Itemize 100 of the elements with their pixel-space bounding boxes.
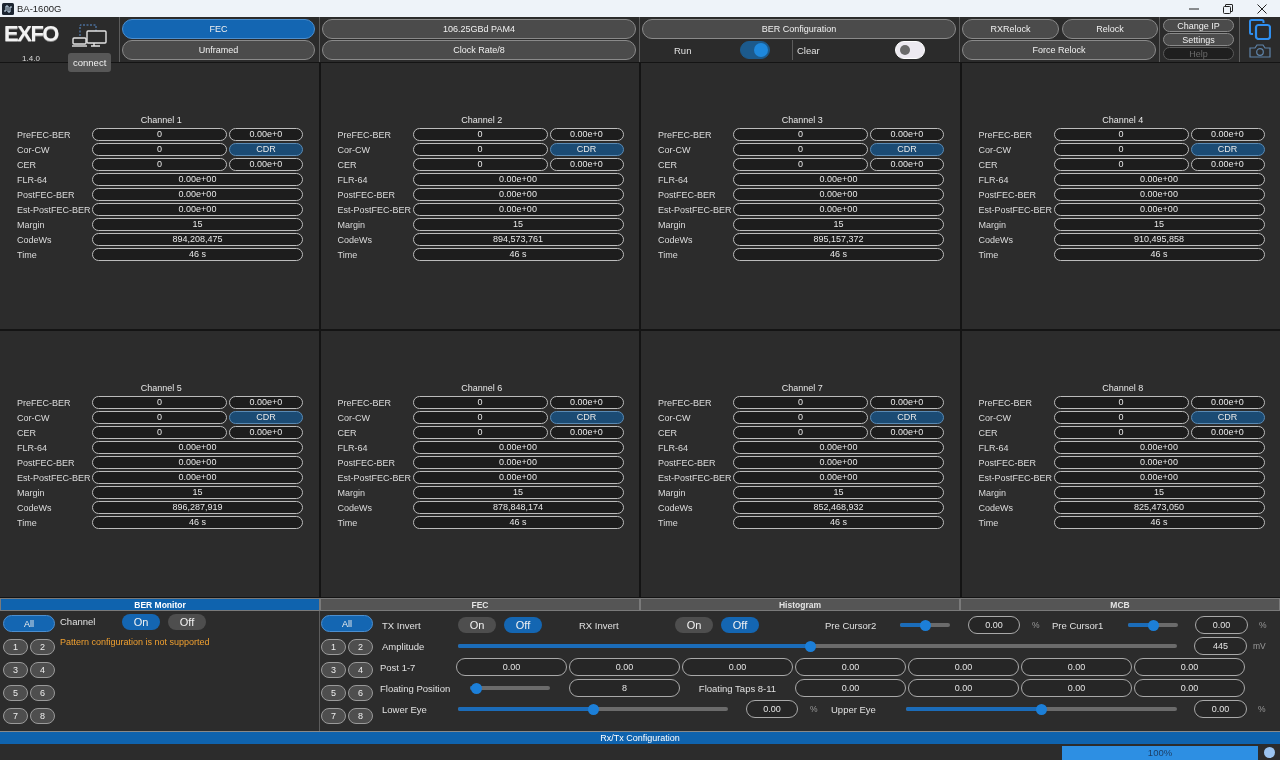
value-field[interactable]: 0.00	[1021, 679, 1132, 697]
value-field[interactable]: 0.00	[682, 658, 793, 676]
relock-button[interactable]: Force Relock	[962, 40, 1156, 60]
channel-button[interactable]: 8	[30, 708, 55, 724]
channel-button[interactable]: 1	[3, 639, 28, 655]
value-field[interactable]: 0.00	[795, 679, 906, 697]
value-field[interactable]: 0.00	[1134, 658, 1245, 676]
value-field[interactable]: 8	[569, 679, 680, 697]
copy-icon[interactable]	[1249, 19, 1271, 40]
metric-label: CER	[978, 159, 999, 170]
metric-label: Cor-CW	[658, 144, 692, 155]
system-button[interactable]: Change IP	[1163, 19, 1234, 32]
channel-button[interactable]: 5	[321, 685, 346, 701]
value-field: 896,287,919	[92, 501, 303, 514]
value-field[interactable]: 0.00	[746, 700, 798, 718]
value-field[interactable]: 445	[1194, 637, 1247, 655]
channel-button[interactable]: All	[321, 615, 373, 632]
computer-icon[interactable]	[72, 24, 107, 47]
value-field: 0.00e+0	[1190, 426, 1265, 439]
option-button[interactable]: Off	[504, 617, 542, 633]
mode-button[interactable]: Unframed	[122, 40, 315, 60]
section-tab[interactable]: BER Monitor	[0, 598, 320, 611]
ber-configuration-button[interactable]: BER Configuration	[642, 19, 956, 39]
value-field: 0.00e+00	[733, 441, 944, 454]
option-button[interactable]: Off	[721, 617, 759, 633]
channel-button[interactable]: 4	[30, 662, 55, 678]
channel-button[interactable]: 3	[3, 662, 28, 678]
camera-icon[interactable]	[1249, 44, 1271, 58]
value-field: 0.00e+00	[412, 441, 624, 454]
metric-label: FLR-64	[17, 442, 48, 453]
value-field: 0.00e+0	[549, 158, 624, 171]
restore-icon[interactable]	[1223, 3, 1233, 14]
channel-button[interactable]: 7	[3, 708, 28, 724]
value-field[interactable]: 0.00	[1134, 679, 1245, 697]
progress-text: 100%	[1147, 747, 1173, 758]
value-field[interactable]: 0.00	[1194, 700, 1247, 718]
status-indicator: CDR	[229, 411, 303, 424]
value-field[interactable]: 0.00	[456, 658, 567, 676]
value-field: 0.00e+0	[549, 396, 624, 409]
value-field[interactable]: 0.00	[795, 658, 906, 676]
circle-icon	[1264, 747, 1275, 758]
section-tab[interactable]: FEC	[320, 598, 640, 611]
channel-button[interactable]: 1	[321, 639, 346, 655]
value-field: 15	[1053, 486, 1265, 499]
value-field: 0.00e+00	[1053, 471, 1265, 484]
toggle-switch[interactable]	[740, 41, 770, 59]
channel-button[interactable]: 6	[30, 685, 55, 701]
metric-label: Margin	[978, 219, 1007, 230]
channel-button[interactable]: 4	[348, 662, 373, 678]
section-tab[interactable]: Rx/Tx Configuration	[0, 731, 1280, 744]
value-field: 0.00e+0	[549, 426, 624, 439]
section-tab[interactable]: MCB	[960, 598, 1280, 611]
value-field[interactable]: 0.00	[908, 658, 1019, 676]
window-title: BA-1600G	[17, 3, 62, 14]
value-field[interactable]: 0.00	[968, 616, 1020, 634]
channel-button[interactable]: 7	[321, 708, 346, 724]
value-field: 852,468,932	[733, 501, 944, 514]
channel-button[interactable]: 2	[30, 639, 55, 655]
slider-thumb[interactable]	[1036, 703, 1047, 715]
relock-button[interactable]: Relock	[1062, 19, 1158, 39]
channel-button[interactable]: 6	[348, 685, 373, 701]
value-field: 0	[412, 396, 548, 409]
channel-button[interactable]: 8	[348, 708, 373, 724]
slider-thumb[interactable]	[1147, 619, 1159, 631]
value-field: 0.00e+00	[92, 203, 303, 216]
value-field: 0	[92, 128, 227, 141]
value-field: 0	[412, 143, 548, 156]
option-button[interactable]: On	[122, 613, 160, 630]
option-button[interactable]: On	[675, 617, 713, 633]
channel-button[interactable]: 3	[321, 662, 346, 678]
metric-label: Margin	[658, 219, 687, 230]
value-field[interactable]: 0.00	[569, 658, 680, 676]
metric-label: Est-PostFEC-BER	[658, 204, 733, 215]
channel-button[interactable]: 2	[348, 639, 373, 655]
value-field[interactable]: 0.00	[1195, 616, 1248, 634]
close-icon[interactable]	[1257, 3, 1267, 14]
section-tab[interactable]: Histogram	[640, 598, 960, 611]
value-field: 0.00e+00	[412, 173, 624, 186]
slider-thumb[interactable]	[919, 619, 931, 631]
value-field: 0	[1053, 396, 1189, 409]
slider-thumb[interactable]	[470, 682, 482, 694]
value-field: 15	[1053, 218, 1265, 231]
value-field[interactable]: 0.00	[908, 679, 1019, 697]
channel-button[interactable]: 5	[3, 685, 28, 701]
channel-button[interactable]: All	[3, 615, 55, 632]
option-button[interactable]: Off	[168, 613, 206, 630]
value-field: 15	[92, 218, 303, 231]
system-button[interactable]: Settings	[1163, 33, 1234, 46]
value-field: 0.00e+00	[92, 441, 303, 454]
value-field[interactable]: 0.00	[1021, 658, 1132, 676]
version-text: 1.4.0	[22, 54, 40, 63]
option-button[interactable]: On	[458, 617, 496, 633]
rate-button[interactable]: Clock Rate/8	[322, 40, 636, 60]
value-field: 0.00e+00	[412, 188, 624, 201]
mode-button[interactable]: FEC	[122, 19, 315, 39]
control-label: Pre Cursor2	[825, 619, 877, 631]
slider-thumb[interactable]	[587, 703, 599, 715]
slider-thumb[interactable]	[804, 640, 816, 652]
relock-button[interactable]: RXRelock	[962, 19, 1059, 39]
rate-button[interactable]: 106.25GBd PAM4	[322, 19, 636, 39]
